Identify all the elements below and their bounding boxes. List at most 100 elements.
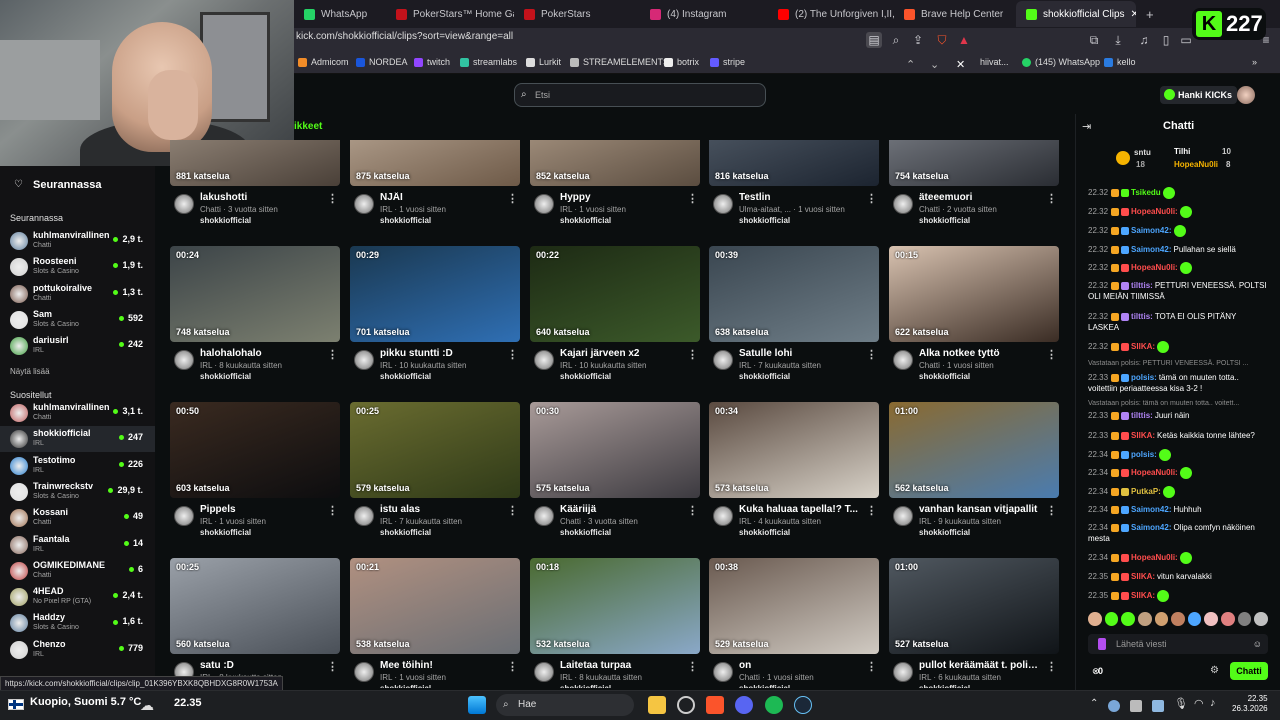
- tab-kick-clips[interactable]: shokkiofficial Clips ✕: [1016, 1, 1136, 27]
- clip-channel[interactable]: shokkiofficial: [200, 216, 251, 225]
- tab-instagram[interactable]: (4) Instagram: [640, 1, 768, 27]
- bookmark-twitch[interactable]: twitch: [414, 57, 450, 67]
- more-options-icon[interactable]: ⋮: [866, 504, 877, 517]
- clip-title[interactable]: Kuka haluaa tapella!? T...: [739, 504, 859, 515]
- avatar[interactable]: [893, 194, 913, 214]
- file-explorer-icon[interactable]: [648, 696, 666, 714]
- download-icon[interactable]: ⤓: [1110, 32, 1126, 48]
- clip-card[interactable]: 881 katselua lakushotti Chatti · 3 vuotta …: [160, 140, 340, 240]
- clip-title[interactable]: äteeemuori: [919, 192, 1039, 203]
- clip-card[interactable]: 01:00 562 katselua vanhan kansan vitjapall…: [879, 402, 1059, 552]
- tray-icon[interactable]: [1130, 700, 1142, 712]
- bookmark-kello[interactable]: kello: [1104, 57, 1136, 67]
- find-prev-icon[interactable]: ⌃: [906, 58, 915, 71]
- sidebar-item-testotimo[interactable]: Testotimo IRL 226: [0, 453, 155, 479]
- sidebar-item-4head[interactable]: 4HEAD No Pixel RP (GTA) 2,4 t.: [0, 584, 155, 610]
- clip-card[interactable]: 875 katselua NJÄI IRL · 1 vuosi sitten shok…: [340, 140, 520, 240]
- emote-icon[interactable]: [1254, 612, 1269, 626]
- bookmark-nordea[interactable]: NORDEA: [356, 57, 408, 67]
- system-clock[interactable]: 22.35 26.3.2026: [1232, 694, 1268, 714]
- clip-title[interactable]: lakushotti: [200, 192, 320, 203]
- clip-card[interactable]: 00:15 622 katselua Alka notkee tyttö Chatti…: [879, 246, 1059, 396]
- clip-title[interactable]: pullot keräämäät t. polii...: [919, 660, 1039, 671]
- clip-thumbnail[interactable]: 875 katselua: [350, 140, 520, 186]
- clip-channel[interactable]: shokkiofficial: [919, 528, 970, 537]
- more-options-icon[interactable]: ⋮: [866, 192, 877, 205]
- get-kicks-button[interactable]: Hanki KICKs: [1160, 86, 1238, 104]
- emote-icon[interactable]: [1221, 612, 1235, 626]
- sidebar-item-trainwreckstv[interactable]: Trainwreckstv Slots & Casino 29,9 t.: [0, 479, 155, 505]
- new-tab-button[interactable]: +: [1136, 1, 1164, 27]
- chat-username[interactable]: HopeaNu0li:: [1131, 263, 1178, 272]
- clip-channel[interactable]: shokkiofficial: [919, 684, 970, 688]
- bookmark-streamelements[interactable]: STREAMELEMENTS: [570, 57, 669, 67]
- more-options-icon[interactable]: ⋮: [327, 504, 338, 517]
- avatar[interactable]: [354, 662, 374, 682]
- emote-icon[interactable]: [1171, 612, 1185, 626]
- sidebar-item-faantala[interactable]: Faantala IRL 14: [0, 532, 155, 558]
- emote-icon[interactable]: [1137, 612, 1152, 626]
- brave-shield-icon[interactable]: ⛉: [934, 32, 950, 48]
- avatar[interactable]: [893, 662, 913, 682]
- clip-title[interactable]: pikku stuntti :D: [380, 348, 500, 359]
- clip-thumbnail[interactable]: 00:50 603 katselua: [170, 402, 340, 498]
- avatar[interactable]: [713, 350, 733, 370]
- avatar[interactable]: [174, 350, 194, 370]
- clip-thumbnail[interactable]: 00:21 538 katselua: [350, 558, 520, 654]
- brave-rewards-icon[interactable]: ▲: [956, 32, 972, 48]
- more-options-icon[interactable]: ⋮: [507, 348, 518, 361]
- chat-username[interactable]: Saimon42:: [1131, 505, 1171, 514]
- clip-title[interactable]: vanhan kansan vitjapallit: [919, 504, 1039, 515]
- clip-channel[interactable]: shokkiofficial: [200, 372, 251, 381]
- steam-icon[interactable]: [794, 696, 812, 714]
- clip-title[interactable]: Satulle lohi: [739, 348, 859, 359]
- show-more-link[interactable]: Näytä lisää: [10, 367, 50, 376]
- clip-thumbnail[interactable]: 881 katselua: [170, 140, 340, 186]
- gear-icon[interactable]: ⚙: [1210, 665, 1219, 676]
- sidebar-icon[interactable]: ▯: [1158, 32, 1174, 48]
- send-chat-button[interactable]: Chatti: [1230, 662, 1268, 680]
- clip-thumbnail[interactable]: 00:25 560 katselua: [170, 558, 340, 654]
- clip-channel[interactable]: shokkiofficial: [739, 216, 790, 225]
- clip-thumbnail[interactable]: 00:18 532 katselua: [530, 558, 700, 654]
- taskbar-search[interactable]: ⌕ Hae: [496, 694, 634, 716]
- clip-thumbnail[interactable]: 00:38 529 katselua: [709, 558, 879, 654]
- chat-username[interactable]: HopeaNu0li:: [1131, 207, 1178, 216]
- emote-icon[interactable]: [1121, 612, 1135, 626]
- clip-card[interactable]: 00:21 538 katselua Mee töihin! IRL · 1 vuos…: [340, 558, 520, 688]
- media-icon[interactable]: ♫: [1136, 32, 1152, 48]
- avatar[interactable]: [354, 506, 374, 526]
- sidebar-item-dariusirl[interactable]: dariusirl IRL 242: [0, 333, 155, 359]
- clip-title[interactable]: Kääriijä: [560, 504, 680, 515]
- clip-channel[interactable]: shokkiofficial: [739, 372, 790, 381]
- clip-thumbnail[interactable]: 00:29 701 katselua: [350, 246, 520, 342]
- clip-channel[interactable]: shokkiofficial: [560, 528, 611, 537]
- tray-icon[interactable]: [1152, 700, 1164, 712]
- clip-title[interactable]: on: [739, 660, 859, 671]
- avatar[interactable]: [354, 350, 374, 370]
- chat-input[interactable]: Lähetä viesti ☺: [1088, 634, 1268, 654]
- clip-title[interactable]: halohalohalo: [200, 348, 320, 359]
- reader-icon[interactable]: ▤: [866, 32, 882, 48]
- sidebar-item-pottukoiralive[interactable]: pottukoiralive Chatti 1,3 t.: [0, 281, 155, 307]
- clip-title[interactable]: satu :D: [200, 660, 320, 671]
- tray-icon[interactable]: [1108, 700, 1120, 712]
- clip-channel[interactable]: shokkiofficial: [380, 684, 431, 688]
- chat-username[interactable]: Saimon42:: [1131, 523, 1171, 532]
- clip-title[interactable]: Laitetaa turpaa: [560, 660, 680, 671]
- more-options-icon[interactable]: ⋮: [507, 660, 518, 673]
- more-options-icon[interactable]: ⋮: [687, 348, 698, 361]
- clip-thumbnail[interactable]: 01:00 562 katselua: [889, 402, 1059, 498]
- clip-card[interactable]: 01:00 527 katselua pullot keräämäät t. pol…: [879, 558, 1059, 688]
- clip-thumbnail[interactable]: 00:39 638 katselua: [709, 246, 879, 342]
- sidebar-item-chenzo[interactable]: Chenzo IRL 779: [0, 637, 155, 663]
- emote-icon[interactable]: [1187, 612, 1202, 626]
- brave-icon[interactable]: [706, 696, 724, 714]
- sidebar-item-ogmikedimane[interactable]: OGMIKEDIMANE Chatti 6: [0, 558, 155, 584]
- chat-username[interactable]: polsis:: [1131, 450, 1157, 459]
- clip-card[interactable]: 00:38 529 katselua on Chatti · 1 vuosi sitt…: [699, 558, 879, 688]
- collapse-chat-icon[interactable]: ⇥: [1082, 120, 1091, 133]
- bookmark-lurkit[interactable]: Lurkit: [526, 57, 561, 67]
- more-options-icon[interactable]: ⋮: [687, 504, 698, 517]
- clip-card[interactable]: 852 katselua Hyppy IRL · 1 vuosi sitten sho…: [520, 140, 700, 240]
